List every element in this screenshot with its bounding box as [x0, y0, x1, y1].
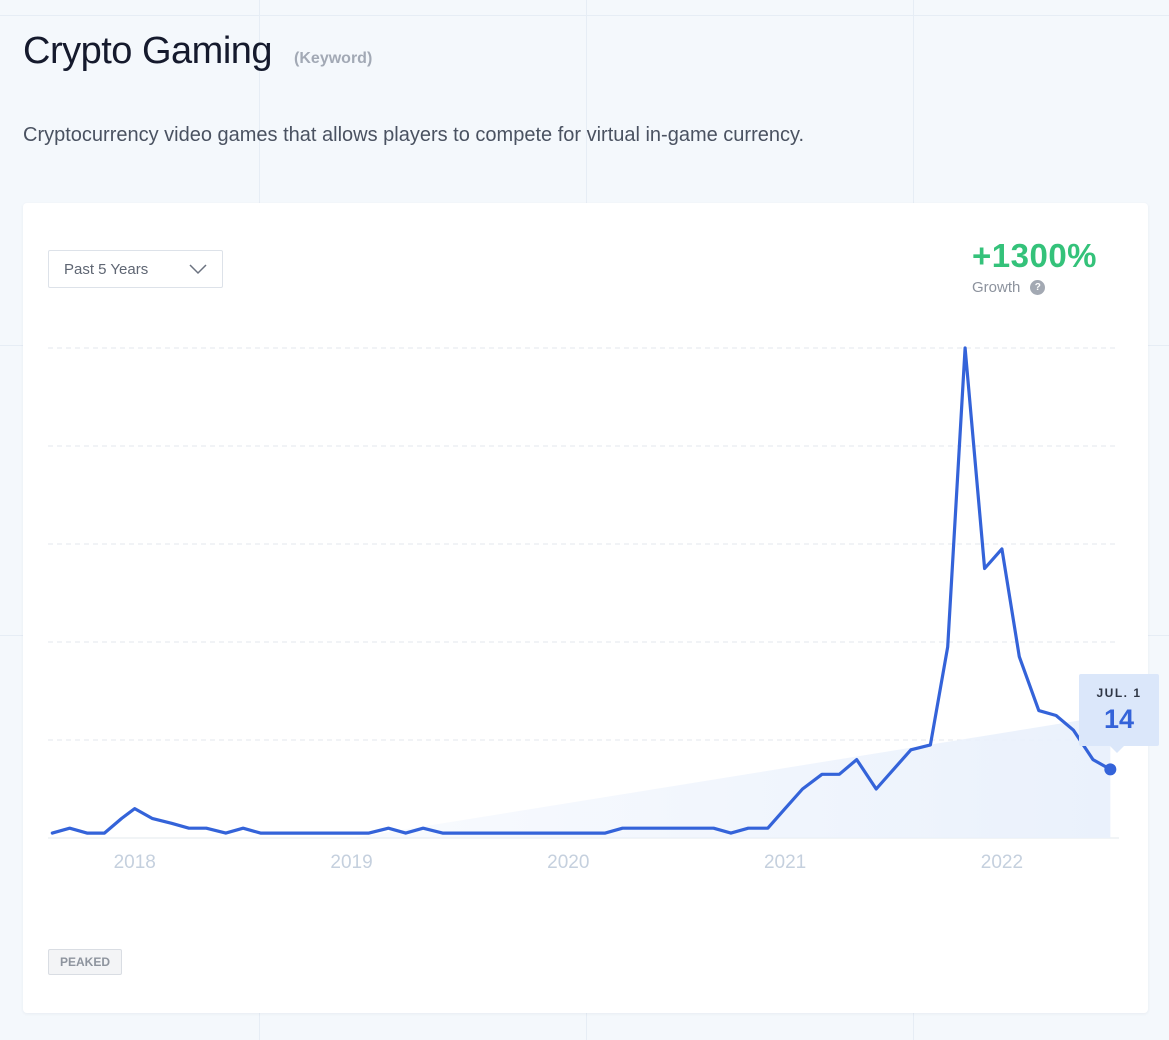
type-tag: (Keyword) [294, 50, 373, 67]
page: Crypto Gaming (Keyword) Cryptocurrency v… [0, 0, 1169, 1040]
tooltip-value: 14 [1103, 704, 1135, 734]
x-tick-label: 2022 [981, 852, 1023, 873]
growth-label: Growth [972, 279, 1021, 296]
chart-card: 2018 2019 2020 2021 2022 Past 5 Years +1300%… [23, 203, 1159, 1013]
x-tick-label: 2021 [764, 852, 806, 873]
page-header: Crypto Gaming (Keyword) [23, 30, 372, 73]
trend-chart: 2018 2019 2020 2021 2022 [48, 346, 1119, 873]
chevron-down-icon [189, 263, 207, 274]
page-title: Crypto Gaming [23, 30, 273, 72]
tooltip-date: JUL. 1 [1096, 686, 1142, 700]
trend-area [351, 715, 1111, 838]
x-tick-label: 2020 [547, 852, 589, 873]
timeframe-label: Past 5 Years [64, 260, 149, 278]
x-tick-label: 2019 [330, 852, 372, 873]
growth-value: +1300% [972, 237, 1098, 274]
data-point [1104, 763, 1117, 776]
question-circle-icon[interactable]: ? [1030, 280, 1046, 295]
x-tick-label: 2018 [114, 852, 156, 873]
topic-description: Cryptocurrency video games that allows p… [23, 124, 805, 146]
data-tooltip: JUL. 1 14 [1079, 674, 1159, 753]
background-grid-line [0, 15, 1169, 16]
timeframe-dropdown[interactable]: Past 5 Years [48, 250, 223, 288]
status-badge: PEAKED [48, 949, 123, 975]
growth-stat: +1300% Growth ? [972, 237, 1097, 296]
